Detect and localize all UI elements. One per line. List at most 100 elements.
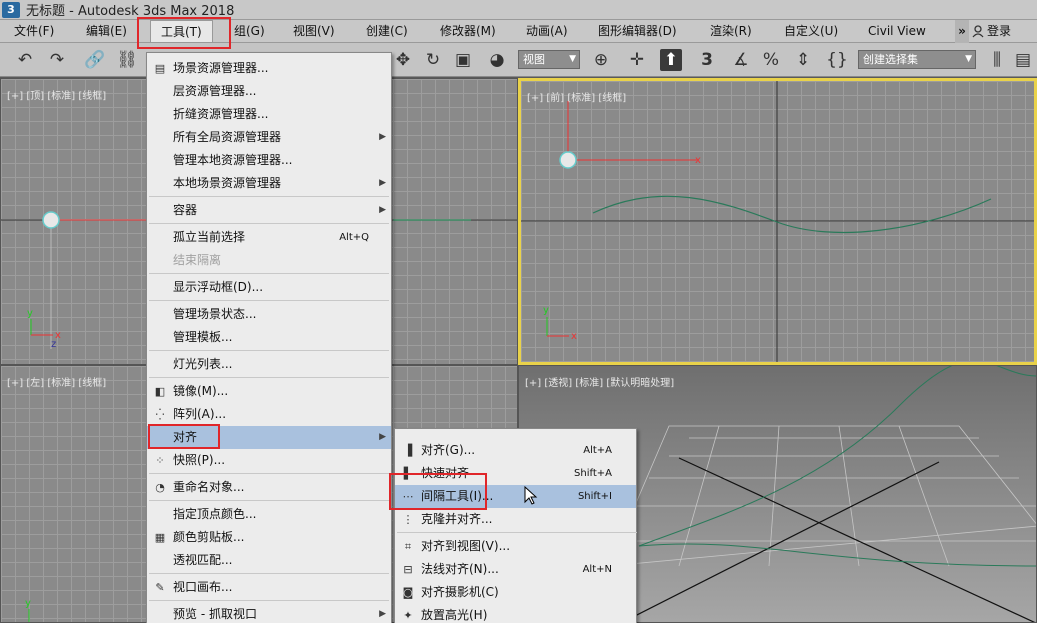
menu-divider xyxy=(149,300,389,301)
menu-manage-templates-label: 管理模板... xyxy=(173,330,233,344)
menu-file[interactable]: 文件(F) xyxy=(14,20,54,43)
array-icon: ⁛ xyxy=(155,408,165,421)
rotate-icon[interactable]: ↻ xyxy=(422,49,444,71)
angle-snap-icon[interactable]: ∡ xyxy=(730,49,752,71)
menu-layer-explorer[interactable]: 层资源管理器... xyxy=(147,80,391,103)
menu-all-global-explorers[interactable]: 所有全局资源管理器 ▶ xyxy=(147,126,391,149)
move-icon[interactable]: ✥ xyxy=(392,49,414,71)
undo-icon[interactable]: ↶ xyxy=(14,49,36,71)
menu-civil-view[interactable]: Civil View xyxy=(868,20,926,43)
submenu-normal-align[interactable]: ⊟ 法线对齐(N)... Alt+N xyxy=(395,558,636,581)
menu-mirror-label: 镜像(M)... xyxy=(173,384,229,398)
menu-manage-local-explorers[interactable]: 管理本地资源管理器... xyxy=(147,149,391,172)
menu-color-clipboard[interactable]: ▦ 颜色剪贴板... xyxy=(147,526,391,549)
clone-align-icon: ⋮ xyxy=(402,513,414,526)
submenu-align-camera[interactable]: ◙ 对齐摄影机(C) xyxy=(395,581,636,604)
menu-divider xyxy=(397,532,637,533)
submenu-align-to-view[interactable]: ⌗ 对齐到视图(V)... xyxy=(395,535,636,558)
menu-edit[interactable]: 编辑(E) xyxy=(86,20,127,43)
menu-end-isolate-label: 结束隔离 xyxy=(173,253,222,267)
menu-end-isolate: 结束隔离 xyxy=(147,249,391,272)
menu-display-floater-label: 显示浮动框(D)... xyxy=(173,280,264,294)
menu-preview-grab-viewport-label: 预览 - 抓取视口 xyxy=(173,607,257,621)
menu-snapshot-label: 快照(P)... xyxy=(173,453,226,467)
scale-icon[interactable]: ▣ xyxy=(452,49,474,71)
menu-modifiers[interactable]: 修改器(M) xyxy=(440,20,496,43)
unlink-icon[interactable]: ⛓ xyxy=(116,49,138,71)
menu-graph-editors[interactable]: 图形编辑器(D) xyxy=(598,20,677,43)
menu-light-lister[interactable]: 灯光列表... xyxy=(147,353,391,376)
login-button[interactable]: 登录 xyxy=(972,20,1011,43)
menu-scene-explorer[interactable]: ▤ 场景资源管理器... xyxy=(147,57,391,80)
redo-icon[interactable]: ↷ xyxy=(46,49,68,71)
snapshot-icon: ⁘ xyxy=(155,454,165,467)
menu-divider xyxy=(149,473,389,474)
align-tool-icon[interactable]: ▤ xyxy=(1012,49,1034,71)
svg-text:y: y xyxy=(27,308,33,319)
svg-text:y: y xyxy=(543,305,549,316)
link-icon[interactable]: 🔗 xyxy=(84,49,106,71)
viewport-front-canvas: x y x xyxy=(521,81,1034,362)
menu-mirror[interactable]: ◧ 镜像(M)... xyxy=(147,380,391,403)
menu-tools[interactable]: 工具(T) xyxy=(150,20,213,43)
reference-coord-select[interactable]: 视图 ▼ xyxy=(518,50,580,69)
menu-animation[interactable]: 动画(A) xyxy=(526,20,568,43)
menu-divider xyxy=(149,377,389,378)
mirror-tool-icon[interactable]: ⫼ xyxy=(986,49,1008,71)
menu-views[interactable]: 视图(V) xyxy=(293,20,335,43)
submenu-quick-align[interactable]: ▌ 快速对齐 Shift+A xyxy=(395,462,636,485)
pivot-center-icon[interactable]: ⊕ xyxy=(590,49,612,71)
menu-all-global-explorers-label: 所有全局资源管理器 xyxy=(173,130,282,144)
menu-perspective-match[interactable]: 透视匹配... xyxy=(147,549,391,572)
menu-divider xyxy=(149,196,389,197)
menu-bar: 文件(F) 编辑(E) 工具(T) 组(G) 视图(V) 创建(C) 修改器(M… xyxy=(0,20,1037,43)
chevron-down-icon: ▼ xyxy=(965,54,972,64)
submenu-clone-and-align-label: 克隆并对齐... xyxy=(421,512,493,526)
submenu-arrow-icon: ▶ xyxy=(379,432,386,442)
submenu-place-highlight[interactable]: ✦ 放置高光(H) xyxy=(395,604,636,623)
spinner-snap-icon[interactable]: ⇕ xyxy=(792,49,814,71)
brush-icon: ✎ xyxy=(155,581,165,594)
menu-containers[interactable]: 容器 ▶ xyxy=(147,199,391,222)
menu-preview-grab-viewport[interactable]: 预览 - 抓取视口 ▶ xyxy=(147,603,391,623)
menu-manage-templates[interactable]: 管理模板... xyxy=(147,326,391,349)
menu-array[interactable]: ⁛ 阵列(A)... xyxy=(147,403,391,426)
menu-display-floater[interactable]: 显示浮动框(D)... xyxy=(147,276,391,299)
percent-snap-icon[interactable]: % xyxy=(760,49,782,71)
submenu-arrow-icon: ▶ xyxy=(379,205,386,215)
submenu-quick-align-shortcut: Shift+A xyxy=(574,468,612,479)
menu-crease-explorer-label: 折缝资源管理器... xyxy=(173,107,269,121)
submenu-spacing-tool[interactable]: ⋯ 间隔工具(I)... Shift+I xyxy=(395,485,636,508)
menu-isolate-selection-shortcut: Alt+Q xyxy=(339,232,369,243)
menu-create[interactable]: 创建(C) xyxy=(366,20,408,43)
menu-snapshot[interactable]: ⁘ 快照(P)... xyxy=(147,449,391,472)
menu-align[interactable]: 对齐 ▶ xyxy=(147,426,391,449)
named-selection-set-select[interactable]: 创建选择集 ▼ xyxy=(858,50,976,69)
menu-customize[interactable]: 自定义(U) xyxy=(784,20,838,43)
svg-text:x: x xyxy=(695,155,701,166)
placement-icon[interactable]: ◕ xyxy=(486,49,508,71)
menu-crease-explorer[interactable]: 折缝资源管理器... xyxy=(147,103,391,126)
svg-text:y: y xyxy=(25,598,31,609)
title-bar: 3 无标题 - Autodesk 3ds Max 2018 xyxy=(0,0,1037,20)
snap-toggle-icon[interactable]: 3 xyxy=(696,49,718,71)
submenu-align[interactable]: ▐ 对齐(G)... Alt+A xyxy=(395,439,636,462)
keyboard-shortcut-override-icon[interactable]: ⬆ xyxy=(660,49,682,71)
menu-assign-vertex-colors[interactable]: 指定顶点颜色... xyxy=(147,503,391,526)
submenu-spacing-tool-shortcut: Shift+I xyxy=(577,491,612,502)
menu-isolate-selection[interactable]: 孤立当前选择 Alt+Q xyxy=(147,226,391,249)
menu-manage-scene-states[interactable]: 管理场景状态... xyxy=(147,303,391,326)
menu-array-label: 阵列(A)... xyxy=(173,407,227,421)
viewport-front[interactable]: [+] [前] [标准] [线框] x y x xyxy=(518,78,1037,365)
edit-named-selection-icon[interactable]: {} xyxy=(826,49,848,71)
submenu-clone-and-align[interactable]: ⋮ 克隆并对齐... xyxy=(395,508,636,531)
menu-rendering[interactable]: 渲染(R) xyxy=(710,20,752,43)
menu-local-scene-explorers[interactable]: 本地场景资源管理器 ▶ xyxy=(147,172,391,195)
select-manipulate-icon[interactable]: ✛ xyxy=(626,49,648,71)
menu-overflow-button[interactable]: » xyxy=(955,20,969,43)
svg-text:z: z xyxy=(51,339,56,350)
menu-divider xyxy=(149,350,389,351)
menu-group[interactable]: 组(G) xyxy=(234,20,265,43)
menu-rename-objects[interactable]: ◔ 重命名对象... xyxy=(147,476,391,499)
menu-viewport-canvas[interactable]: ✎ 视口画布... xyxy=(147,576,391,599)
